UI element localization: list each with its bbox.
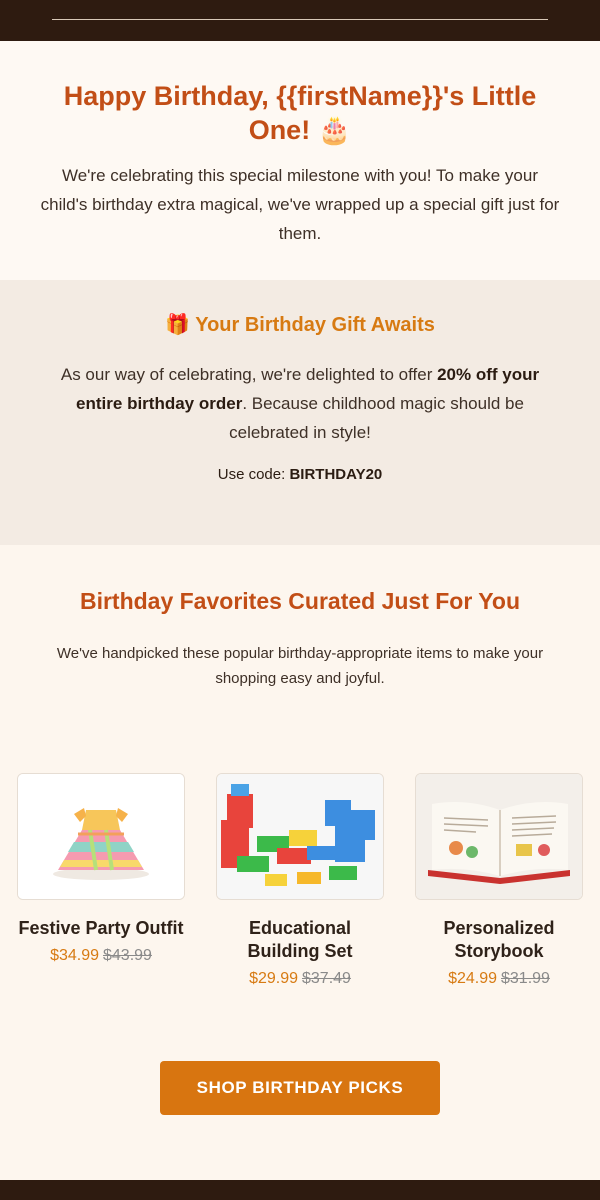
product-card[interactable]: Festive Party Outfit $34.99 $43.99: [16, 773, 186, 989]
product-grid: Festive Party Outfit $34.99 $43.99 Educa…: [16, 773, 584, 989]
building-blocks-image[interactable]: [216, 773, 384, 900]
gift-message-post: . Because childhood magic should be cele…: [229, 394, 524, 442]
shop-birthday-picks-button[interactable]: SHOP BIRTHDAY PICKS: [160, 1061, 440, 1115]
email-footer: [0, 1180, 600, 1200]
favorites-section: Birthday Favorites Curated Just For You …: [0, 545, 600, 1115]
promo-code: Use code: BIRTHDAY20: [36, 465, 564, 485]
sale-price: $34.99: [50, 947, 99, 964]
product-card[interactable]: Personalized Storybook $24.99 $31.99: [414, 773, 584, 989]
email-header: [0, 0, 600, 41]
hero-message: We're celebrating this special milestone…: [40, 166, 560, 243]
promo-code-value: BIRTHDAY20: [289, 466, 383, 483]
sale-price: $29.99: [249, 970, 298, 987]
hero-section: Happy Birthday, {{firstName}}'s Little O…: [0, 41, 600, 280]
gift-message-pre: As our way of celebrating, we're delight…: [60, 365, 438, 384]
storybook-image[interactable]: [415, 773, 583, 900]
original-price: $37.49: [302, 970, 351, 987]
sale-price: $24.99: [448, 970, 497, 987]
product-name[interactable]: Educational Building Set: [215, 917, 385, 963]
product-price: $29.99 $37.49: [215, 969, 385, 989]
product-card[interactable]: Educational Building Set $29.99 $37.49: [215, 773, 385, 989]
favorites-intro: We've handpicked these popular birthday-…: [56, 645, 544, 687]
product-name[interactable]: Personalized Storybook: [414, 917, 584, 963]
original-price: $43.99: [103, 947, 152, 964]
cta-container: SHOP BIRTHDAY PICKS: [16, 989, 584, 1115]
gift-title: 🎁 Your Birthday Gift Awaits: [165, 314, 435, 336]
product-price: $24.99 $31.99: [414, 969, 584, 989]
gift-offer-section: 🎁 Your Birthday Gift Awaits As our way o…: [0, 280, 600, 545]
product-price: $34.99 $43.99: [16, 946, 186, 966]
gift-message: As our way of celebrating, we're delight…: [36, 360, 564, 447]
favorites-title: Birthday Favorites Curated Just For You: [79, 588, 521, 614]
product-name[interactable]: Festive Party Outfit: [16, 917, 186, 940]
hero-title: Happy Birthday, {{firstName}}'s Little O…: [63, 81, 537, 145]
party-dress-image[interactable]: [17, 773, 185, 900]
promo-code-label: Use code:: [217, 466, 290, 483]
original-price: $31.99: [501, 970, 550, 987]
header-divider: [52, 19, 548, 20]
